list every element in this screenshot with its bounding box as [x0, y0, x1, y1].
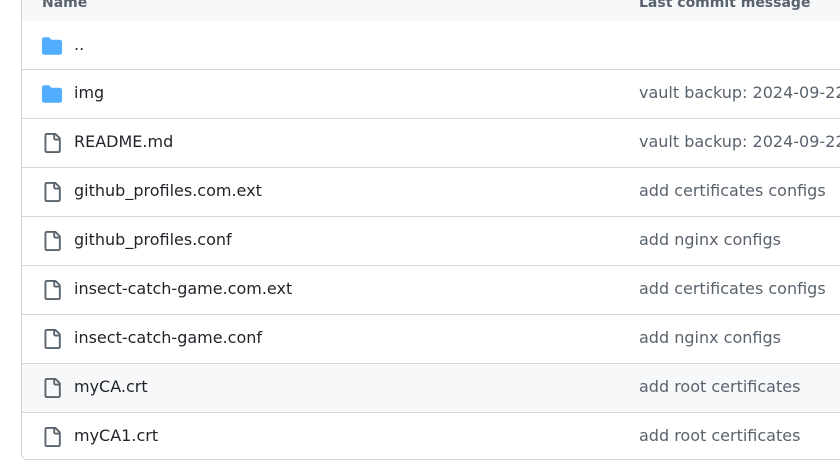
row-name-link[interactable]: github_profiles.conf: [74, 230, 232, 249]
table-row-github-profiles-ext[interactable]: github_profiles.com.ext add certificates…: [22, 168, 840, 217]
table-row-img[interactable]: img vault backup: 2024-09-22: [22, 70, 840, 119]
row-commit-message[interactable]: add nginx configs: [639, 328, 781, 347]
message-column-header: Last commit message: [639, 0, 811, 11]
row-commit-message[interactable]: add certificates configs: [639, 279, 826, 298]
row-commit-message[interactable]: add root certificates: [639, 426, 800, 445]
table-row-myca1[interactable]: myCA1.crt add root certificates: [22, 413, 840, 459]
file-icon: [42, 133, 62, 153]
file-icon: [42, 378, 62, 398]
row-commit-message[interactable]: vault backup: 2024-09-22: [639, 83, 840, 102]
file-icon: [42, 329, 62, 349]
table-row-insect-conf[interactable]: insect-catch-game.conf add nginx configs: [22, 315, 840, 364]
row-commit-message[interactable]: vault backup: 2024-09-22: [639, 132, 840, 151]
row-name-link[interactable]: myCA1.crt: [74, 426, 158, 445]
table-row-insect-ext[interactable]: insect-catch-game.com.ext add certificat…: [22, 266, 840, 315]
file-icon: [42, 280, 62, 300]
name-column-header: Name: [42, 0, 88, 11]
row-commit-message[interactable]: add root certificates: [639, 377, 800, 396]
table-row-parent[interactable]: ..: [22, 21, 840, 70]
table-row-github-profiles-conf[interactable]: github_profiles.conf add nginx configs: [22, 217, 840, 266]
table-row-readme[interactable]: README.md vault backup: 2024-09-22: [22, 119, 840, 168]
table-row-myca[interactable]: myCA.crt add root certificates: [22, 364, 840, 413]
file-table: Name Last commit message .. img vault ba…: [21, 0, 840, 460]
row-name-link[interactable]: img: [74, 83, 104, 102]
row-commit-message[interactable]: add certificates configs: [639, 181, 826, 200]
file-icon: [42, 427, 62, 447]
file-icon: [42, 231, 62, 251]
row-name-link[interactable]: ..: [74, 35, 84, 54]
row-name-link[interactable]: insect-catch-game.conf: [74, 328, 262, 347]
row-commit-message[interactable]: add nginx configs: [639, 230, 781, 249]
row-name-link[interactable]: insect-catch-game.com.ext: [74, 279, 292, 298]
row-name-link[interactable]: github_profiles.com.ext: [74, 181, 262, 200]
folder-icon: [42, 36, 62, 56]
table-header: Name Last commit message: [22, 0, 840, 22]
row-name-link[interactable]: README.md: [74, 132, 173, 151]
file-icon: [42, 182, 62, 202]
folder-icon: [42, 84, 62, 104]
row-name-link[interactable]: myCA.crt: [74, 377, 148, 396]
